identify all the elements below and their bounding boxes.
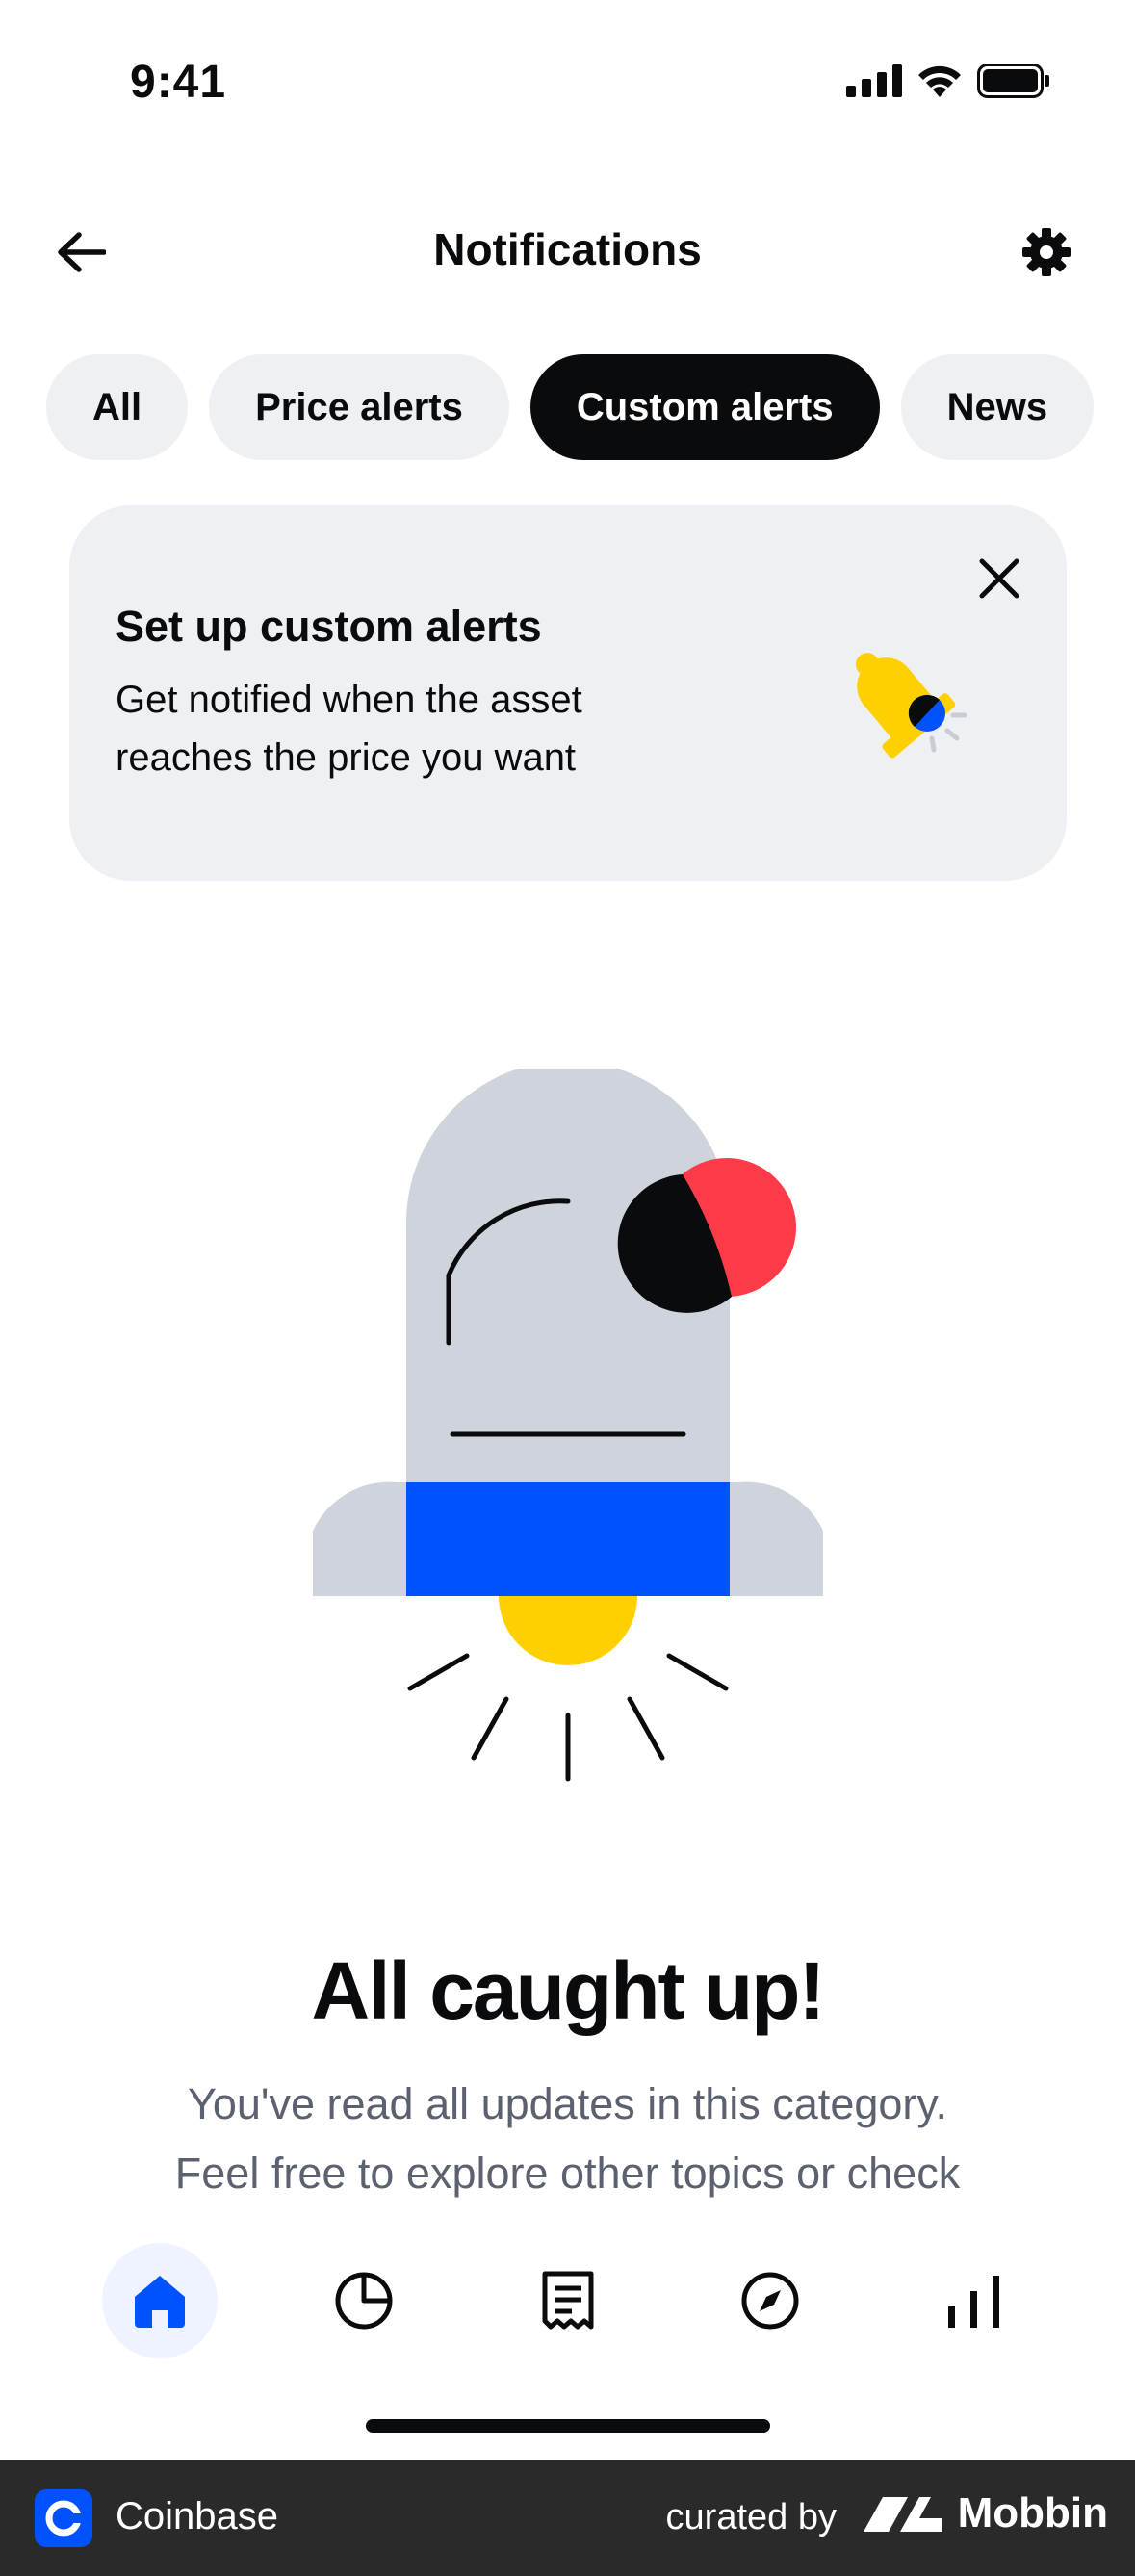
status-icons — [846, 64, 1050, 98]
coinbase-logo-icon — [35, 2489, 92, 2547]
bottom-tab-bar — [0, 2233, 1135, 2378]
tab-transactions[interactable] — [510, 2243, 626, 2358]
pie-chart-icon — [335, 2272, 393, 2330]
empty-state-description: You've read all updates in this category… — [77, 2070, 1058, 2208]
close-icon — [979, 558, 1019, 599]
signal-icon — [846, 64, 902, 97]
empty-state-title: All caught up! — [311, 1945, 826, 2036]
mobbin-brand: Mobbin — [862, 2489, 1108, 2537]
footer-curated-by: curated by — [665, 2497, 837, 2537]
empty-state-description-line-2: Feel free to explore other topics or che… — [174, 2149, 961, 2198]
footer-app-name: Coinbase — [116, 2495, 279, 2537]
gear-icon — [1022, 228, 1071, 276]
promo-close-button[interactable] — [970, 550, 1028, 607]
filter-tabs: All Price alerts Custom alerts News — [46, 354, 1135, 460]
battery-icon — [977, 64, 1049, 98]
home-icon — [135, 2276, 185, 2328]
nav-header: Notifications — [0, 202, 1135, 298]
wifi-icon — [918, 65, 961, 97]
custom-alerts-promo-card[interactable]: Set up custom alerts Get notified when t… — [69, 505, 1067, 881]
promo-description: Get notified when the asset reaches the … — [116, 679, 582, 779]
receipt-icon — [542, 2271, 594, 2330]
tab-custom-alerts[interactable]: Custom alerts — [529, 354, 880, 460]
mobbin-brand-label: Mobbin — [957, 2489, 1108, 2537]
tab-price-alerts[interactable]: Price alerts — [209, 354, 509, 460]
status-time: 9:41 — [130, 57, 227, 108]
compass-icon — [741, 2272, 799, 2330]
promo-title: Set up custom alerts — [116, 602, 542, 651]
mobbin-logo-icon — [863, 2497, 942, 2532]
home-indicator — [366, 2419, 770, 2433]
tab-markets[interactable] — [916, 2243, 1032, 2358]
footer-bar: Coinbase curated by Mobbin — [0, 2460, 1135, 2576]
tab-all[interactable]: All — [46, 354, 189, 460]
bar-chart-icon — [948, 2276, 999, 2328]
tab-home[interactable] — [102, 2243, 218, 2358]
bell-illustration — [313, 1069, 823, 1782]
tab-explore[interactable] — [712, 2243, 828, 2358]
bell-icon — [855, 653, 967, 759]
tab-news[interactable]: News — [900, 354, 1095, 460]
tab-portfolio[interactable] — [306, 2243, 422, 2358]
settings-button[interactable] — [1016, 221, 1077, 283]
empty-state-description-line-1: You've read all updates in this category… — [187, 2079, 948, 2128]
status-bar: 9:41 — [0, 0, 1135, 144]
page-title: Notifications — [433, 224, 702, 274]
